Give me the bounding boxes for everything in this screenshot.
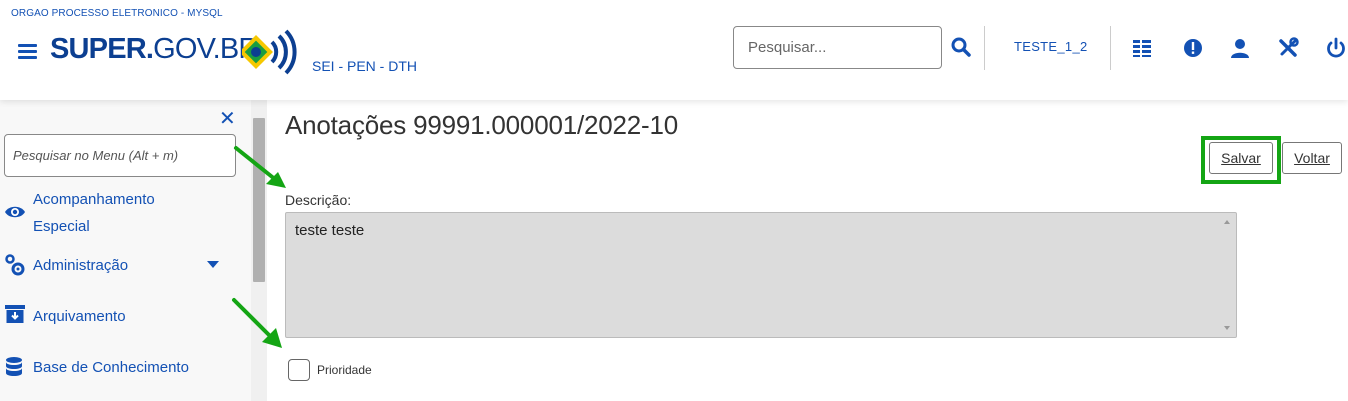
search-input[interactable]: [733, 26, 942, 69]
sidebar-item-label: Administração: [33, 257, 129, 274]
eye-icon: [5, 206, 25, 218]
list-icon[interactable]: [1131, 37, 1153, 59]
gears-icon: [5, 254, 25, 276]
menu-icon[interactable]: [18, 44, 37, 59]
sidebar-item-base-conhecimento[interactable]: Base de Conhecimento: [0, 354, 240, 382]
power-icon[interactable]: [1325, 37, 1347, 59]
user-icon[interactable]: [1229, 37, 1251, 59]
menu-search-input[interactable]: [4, 134, 236, 177]
annotation-arrow: [232, 298, 282, 348]
sidebar-item-label: Especial: [33, 218, 90, 235]
back-button[interactable]: Voltar: [1282, 142, 1342, 174]
sidebar-item-label: Base de Conhecimento: [33, 359, 189, 376]
header-divider: [984, 26, 985, 70]
priority-checkbox[interactable]: [288, 359, 310, 381]
logo-mark-icon: [242, 29, 297, 75]
alert-icon[interactable]: [1182, 37, 1204, 59]
description-textarea[interactable]: teste teste: [285, 212, 1237, 338]
org-name: ORGAO PROCESSO ELETRONICO - MYSQL: [11, 8, 223, 19]
archive-icon: [5, 305, 25, 323]
sidebar-item-label: Arquivamento: [33, 308, 126, 325]
database-icon: [6, 357, 22, 376]
sidebar-item-arquivamento[interactable]: Arquivamento: [0, 303, 240, 331]
sidebar-item-administracao[interactable]: Administração: [0, 252, 240, 280]
textarea-scrollbar[interactable]: [1220, 214, 1234, 336]
user-name[interactable]: TESTE_1_2: [1014, 39, 1088, 54]
save-button[interactable]: Salvar: [1209, 142, 1273, 174]
main-content: Anotações 99991.000001/2022-10 Salvar Vo…: [267, 100, 1348, 401]
sidebar-item-label: Acompanhamento: [33, 191, 155, 208]
system-subtitle: SEI - PEN - DTH: [312, 58, 418, 74]
close-icon[interactable]: ✕: [219, 106, 236, 131]
tools-icon[interactable]: [1277, 37, 1299, 59]
header-divider: [1110, 26, 1111, 70]
annotation-arrow: [234, 146, 286, 188]
logo[interactable]: SUPER.GOV.BR: [50, 33, 259, 66]
chevron-down-icon[interactable]: [207, 261, 219, 268]
sidebar-item-acompanhamento[interactable]: Acompanhamento Especial: [0, 186, 240, 242]
priority-label: Prioridade: [317, 363, 372, 377]
logo-text-bold: SUPER.: [50, 33, 154, 65]
top-header: ORGAO PROCESSO ELETRONICO - MYSQL SUPER.…: [0, 0, 1348, 100]
search-icon[interactable]: [951, 37, 971, 57]
page-title: Anotações 99991.000001/2022-10: [285, 110, 679, 140]
